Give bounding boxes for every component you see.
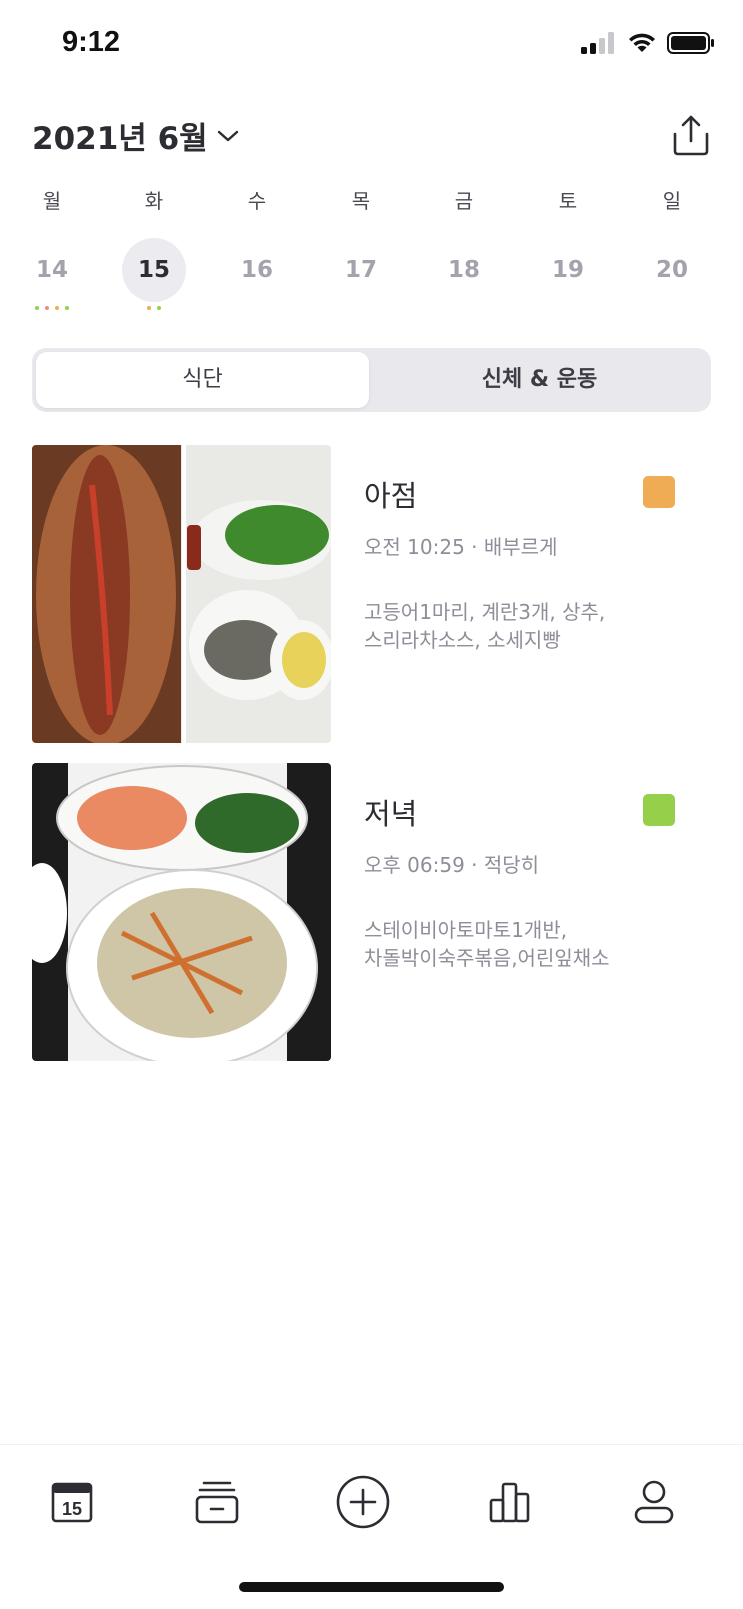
meal-dot (35, 306, 39, 310)
meal-card-dinner[interactable]: 저녁 오후 06:59 · 적당히 스테이비아토마토1개반, 차돌박이숙주볶음,… (32, 763, 711, 1063)
meal-description-line: 고등어1마리, 계란3개, 상추, (364, 600, 606, 624)
weekday-label: 금 (454, 189, 474, 213)
meal-dot (55, 306, 59, 310)
meal-name: 저녁 (364, 797, 418, 831)
profile-icon (634, 1480, 674, 1524)
meal-color-tag (643, 794, 675, 826)
meal-info: 저녁 오후 06:59 · 적당히 스테이비아토마토1개반, 차돌박이숙주볶음,… (364, 791, 684, 972)
tab-archive[interactable] (187, 1472, 247, 1532)
meal-name: 아점 (364, 479, 418, 513)
meal-photo[interactable] (32, 763, 331, 1061)
day-sun[interactable]: 일 20 (639, 186, 705, 302)
weekday-label: 목 (351, 189, 371, 213)
weekday-label: 일 (662, 189, 682, 213)
meal-description-line: 스리라차소스, 소세지빵 (364, 628, 561, 652)
meal-dot (157, 306, 161, 310)
day-number: 17 (344, 257, 377, 283)
home-indicator[interactable] (239, 1582, 504, 1592)
day-thu[interactable]: 목 17 (328, 186, 394, 302)
day-number: 20 (655, 257, 688, 283)
meal-time-fullness: 오후 06:59 · 적당히 (364, 853, 540, 877)
tab-body-exercise[interactable]: 신체 & 운동 (373, 352, 706, 408)
share-icon (673, 115, 709, 156)
month-title: 2021년 6월 (32, 121, 208, 157)
bar-chart-icon (489, 1482, 530, 1523)
meal-color-tag (643, 476, 675, 508)
meal-description-line: 스테이비아토마토1개반, (364, 918, 568, 942)
meal-dot (45, 306, 49, 310)
meal-info: 아점 오전 10:25 · 배부르게 고등어1마리, 계란3개, 상추, 스리라… (364, 473, 684, 654)
status-icons (581, 32, 715, 54)
share-button[interactable] (671, 114, 711, 156)
meal-dot (147, 306, 151, 310)
week-strip: 월 14 화 15 수 16 목 17 금 18 토 19 일 20 (0, 186, 743, 316)
meal-description-line: 차돌박이숙주볶음,어린잎채소 (364, 946, 610, 970)
day-wed[interactable]: 수 16 (224, 186, 290, 302)
chevron-down-icon (217, 130, 238, 141)
status-time: 9:12 (62, 26, 121, 58)
segmented-control: 식단 신체 & 운동 (32, 348, 711, 412)
tab-diet[interactable]: 식단 (36, 352, 369, 408)
screen: 9:12 2021년 6월 월 14 화 15 수 16 목 17 금 18 토… (0, 0, 743, 1609)
cellular-signal-icon (581, 32, 614, 54)
meal-dots (19, 306, 85, 316)
weekday-label: 수 (247, 189, 267, 213)
meal-dot (65, 306, 69, 310)
day-number: 18 (447, 257, 480, 283)
day-fri[interactable]: 금 18 (431, 186, 497, 302)
day-number: 19 (551, 257, 584, 283)
tab-profile[interactable] (624, 1472, 684, 1532)
weekday-label: 화 (144, 189, 164, 213)
calendar-day-number: 15 (62, 1499, 82, 1519)
meal-card-brunch[interactable]: 아점 오전 10:25 · 배부르게 고등어1마리, 계란3개, 상추, 스리라… (32, 445, 711, 745)
wifi-icon (629, 33, 655, 52)
meal-photo-image (32, 445, 331, 743)
tab-statistics[interactable] (480, 1472, 540, 1532)
day-number: 15 (122, 238, 186, 302)
day-number: 14 (35, 257, 68, 283)
day-number: 16 (240, 257, 273, 283)
battery-icon (667, 32, 714, 54)
archive-icon (195, 1481, 239, 1524)
meal-description: 고등어1마리, 계란3개, 상추, 스리라차소스, 소세지빵 (364, 598, 684, 654)
meal-photo-image (32, 763, 331, 1061)
meal-description: 스테이비아토마토1개반, 차돌박이숙주볶음,어린잎채소 (364, 916, 684, 972)
meal-time-fullness: 오전 10:25 · 배부르게 (364, 535, 558, 559)
calendar-icon: 15 (51, 1482, 93, 1523)
weekday-label: 토 (558, 189, 578, 213)
day-tue[interactable]: 화 15 (121, 186, 187, 316)
meal-photo[interactable] (32, 445, 331, 743)
meal-dots (121, 306, 187, 316)
add-meal-button[interactable] (333, 1472, 393, 1532)
day-mon[interactable]: 월 14 (19, 186, 85, 316)
tab-calendar[interactable]: 15 (42, 1472, 102, 1532)
day-sat[interactable]: 토 19 (535, 186, 601, 302)
plus-circle-icon (336, 1475, 390, 1529)
month-selector[interactable]: 2021년 6월 (32, 113, 240, 158)
weekday-label: 월 (42, 189, 62, 213)
